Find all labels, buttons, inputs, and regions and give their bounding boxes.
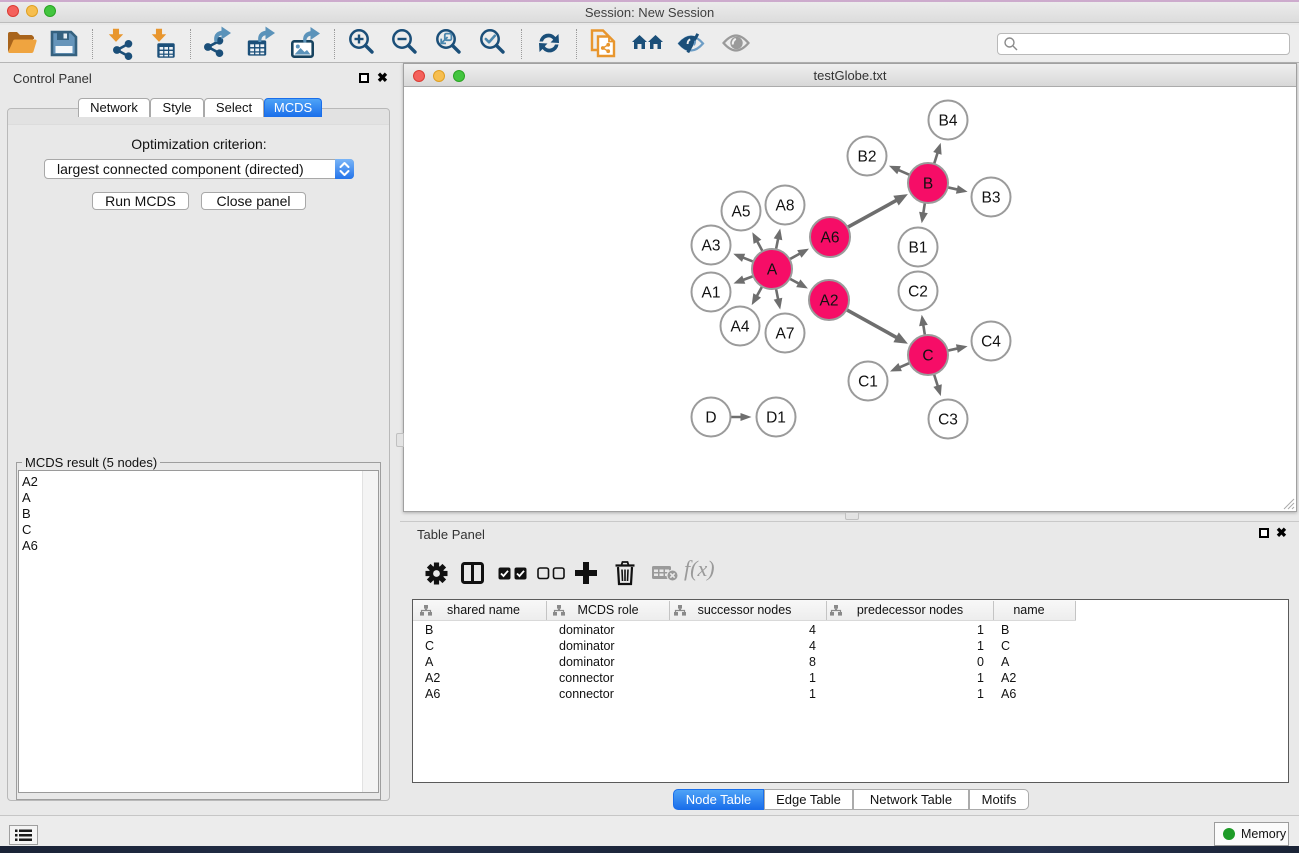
- svg-text:A2: A2: [820, 293, 839, 310]
- svg-text:C3: C3: [938, 412, 958, 429]
- svg-text:B3: B3: [982, 190, 1001, 207]
- svg-text:A5: A5: [732, 204, 751, 221]
- svg-text:C1: C1: [858, 374, 878, 391]
- svg-text:A8: A8: [776, 198, 795, 215]
- svg-text:B4: B4: [939, 113, 958, 130]
- svg-text:C2: C2: [908, 284, 928, 301]
- svg-text:D1: D1: [766, 410, 786, 427]
- svg-text:C: C: [922, 348, 933, 365]
- svg-text:B: B: [923, 176, 933, 193]
- svg-text:A3: A3: [702, 238, 721, 255]
- svg-text:A1: A1: [702, 285, 721, 302]
- svg-text:C4: C4: [981, 334, 1001, 351]
- svg-text:B1: B1: [909, 240, 928, 257]
- svg-text:B2: B2: [858, 149, 877, 166]
- svg-text:A4: A4: [731, 319, 750, 336]
- svg-text:D: D: [705, 410, 716, 427]
- svg-text:A: A: [767, 262, 778, 279]
- svg-text:A6: A6: [821, 230, 840, 247]
- svg-text:A7: A7: [776, 326, 795, 343]
